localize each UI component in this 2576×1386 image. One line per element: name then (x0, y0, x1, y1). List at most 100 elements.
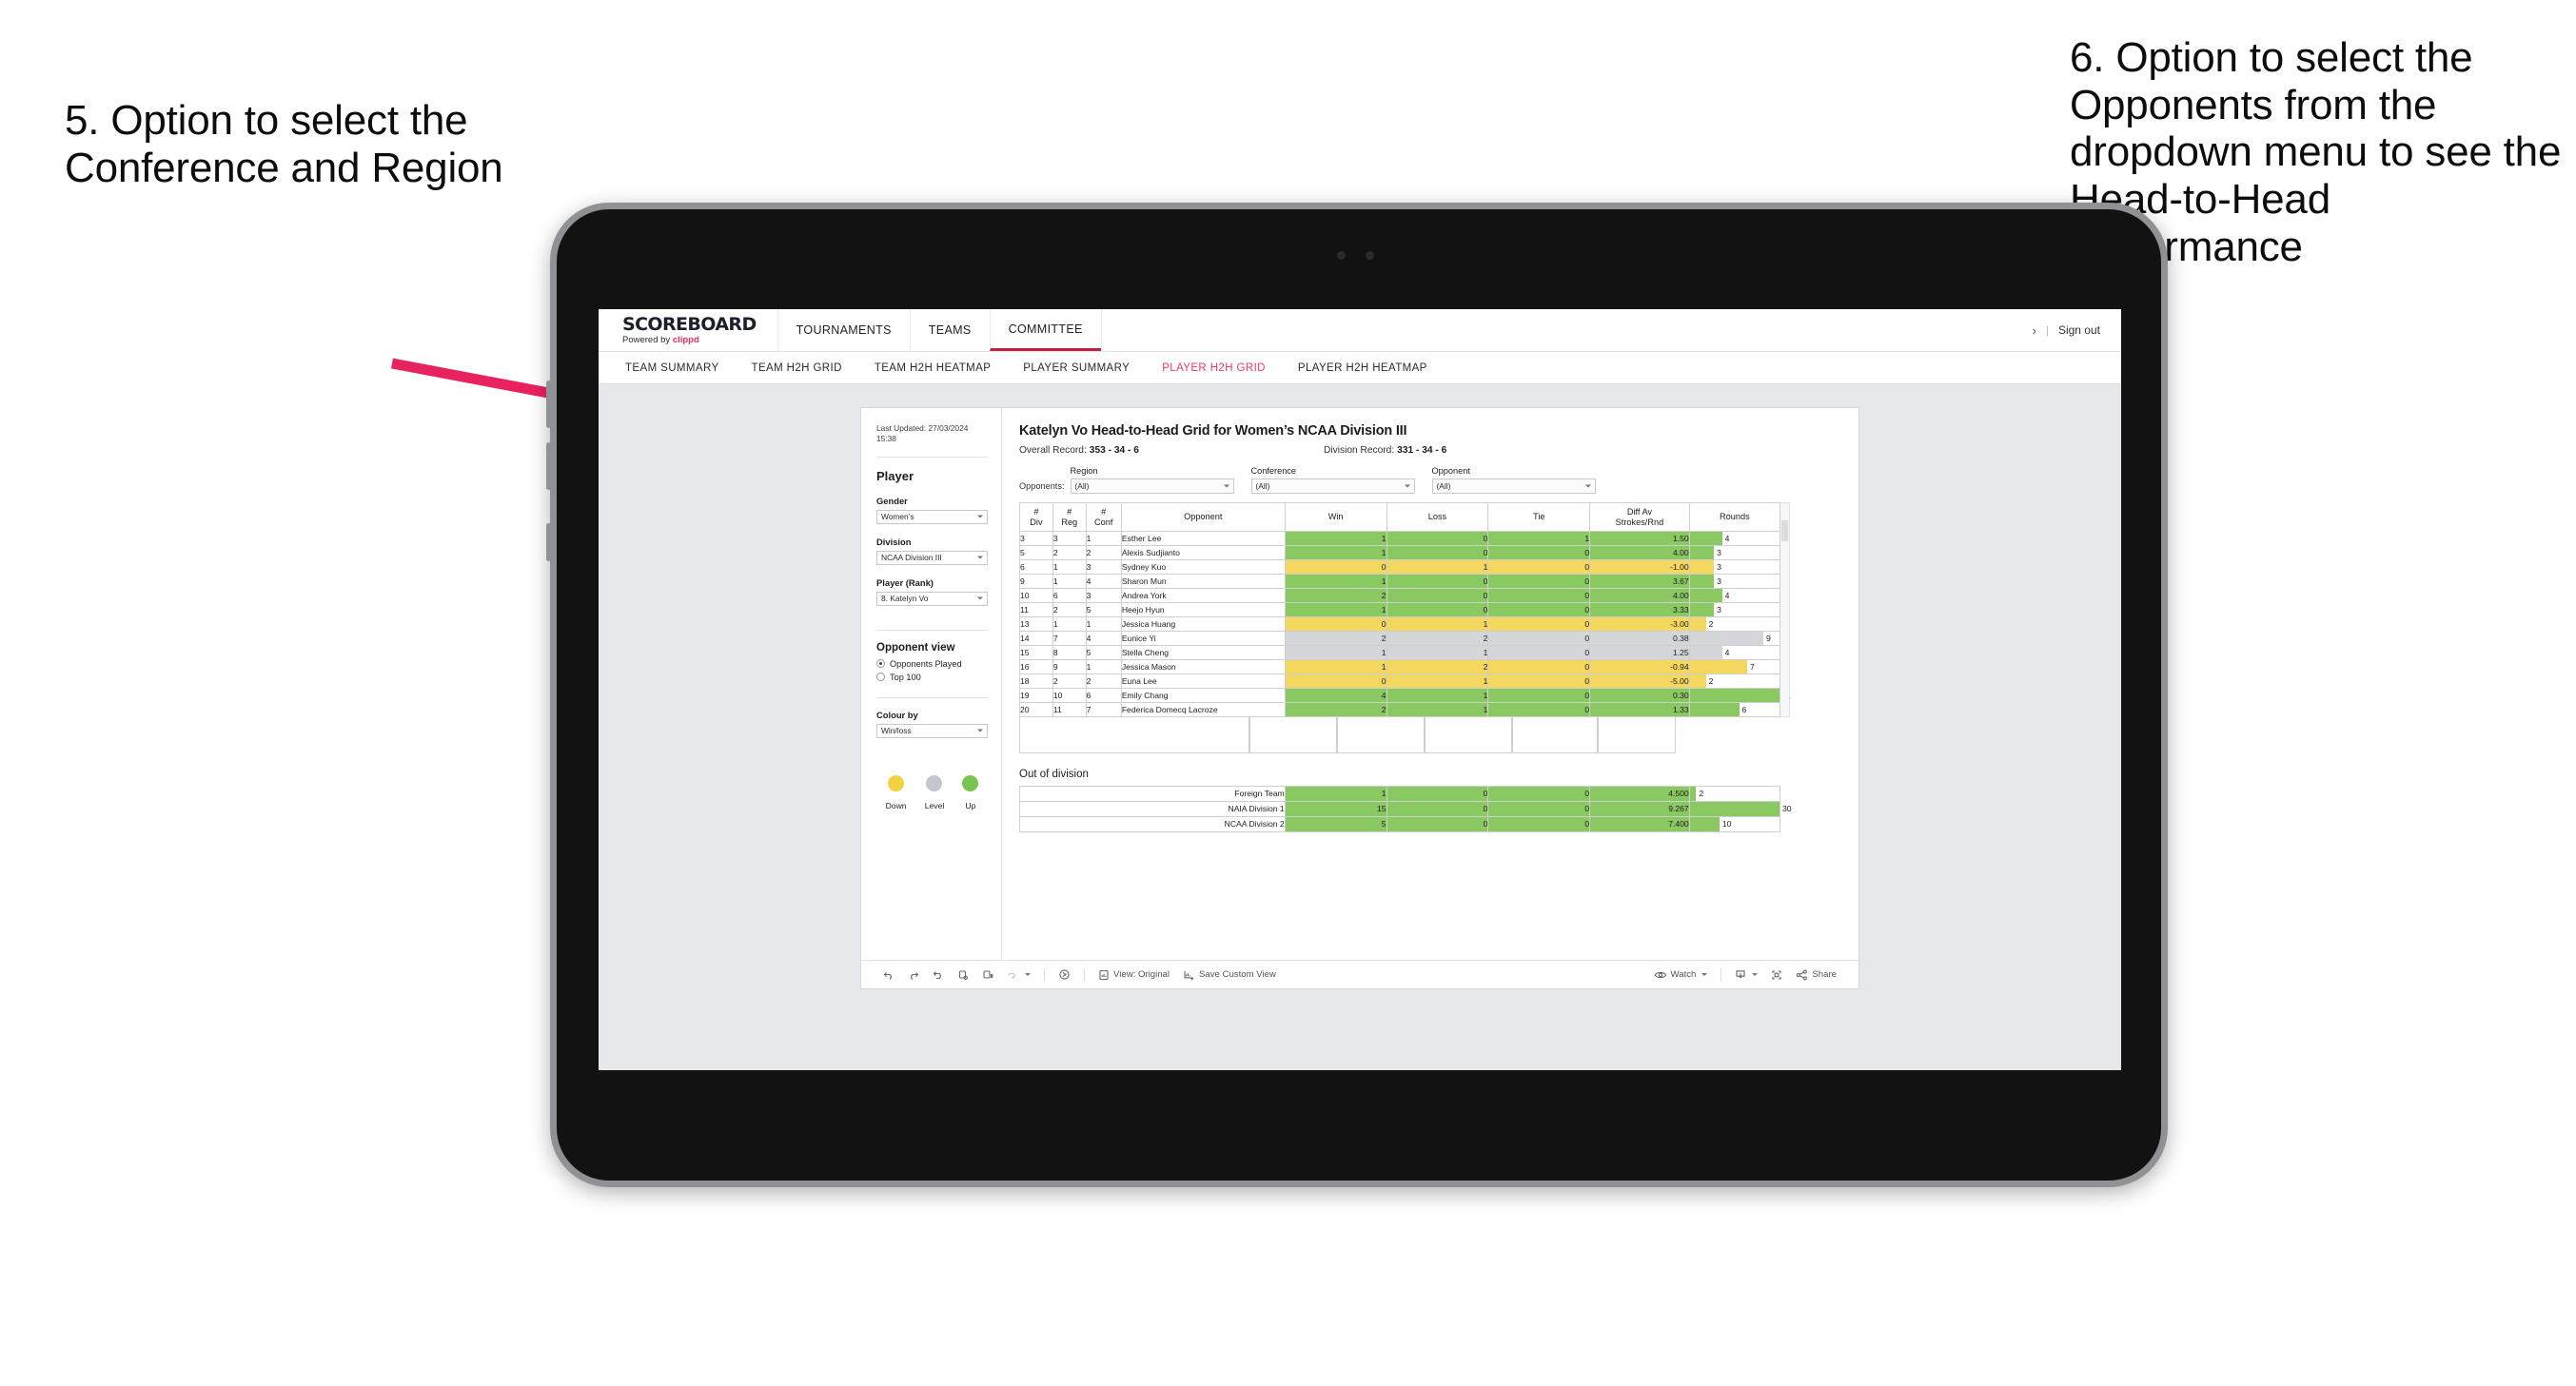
col-div[interactable]: # Div (1019, 501, 1053, 533)
region-select[interactable]: (All) (1070, 478, 1234, 494)
table-vertical-scrollbar[interactable] (1780, 502, 1790, 718)
table-row[interactable]: 10 6 3 Andrea York 2 0 0 4.00 4 (1019, 588, 1781, 604)
download-button[interactable] (1728, 969, 1764, 981)
scrollbar-thumb[interactable] (1781, 520, 1788, 541)
radio-opponents-played[interactable]: Opponents Played (876, 659, 988, 669)
volume-button[interactable] (546, 381, 551, 428)
sign-out-button[interactable]: Sign out (2058, 323, 2100, 337)
col-loss[interactable]: Loss (1386, 501, 1489, 533)
empty-block-diff (1512, 717, 1598, 754)
table-row[interactable]: 15 8 5 Stella Cheng 1 1 0 1.25 4 (1019, 645, 1781, 661)
col-diff[interactable]: Diff Av Strokes/Rnd (1589, 501, 1690, 533)
cell-opponent: Stella Cheng (1120, 645, 1286, 661)
tab-player-h2h-heatmap[interactable]: PLAYER H2H HEATMAP (1298, 362, 1427, 374)
table-row[interactable]: Foreign Team 1 0 0 4.500 2 (1019, 786, 1781, 803)
save-custom-view-button[interactable]: Save Custom View (1176, 969, 1283, 981)
cell-rounds: 7 (1688, 659, 1781, 675)
cell-rounds: 2 (1688, 616, 1781, 633)
table-row[interactable]: 19106Emily Chang4100.3011 (1019, 688, 1791, 704)
tab-player-summary[interactable]: PLAYER SUMMARY (1023, 362, 1130, 374)
table-row[interactable]: 9 1 4 Sharon Mun 1 0 0 3.67 3 (1019, 574, 1781, 590)
cell-tie: 0 (1487, 559, 1591, 576)
table-row[interactable]: 18 2 2 Euna Lee 0 1 0 -5.00 2 (1019, 673, 1781, 690)
tab-player-h2h-grid[interactable]: PLAYER H2H GRID (1162, 362, 1266, 374)
brand-logo[interactable]: SCOREBOARD Powered by clippd (599, 309, 777, 351)
cell-win: 0 (1284, 616, 1387, 633)
nav-tournaments[interactable]: TOURNAMENTS (777, 309, 910, 351)
nav-committee[interactable]: COMMITTEE (989, 309, 1101, 351)
rounds-value: 9 (1766, 634, 1771, 644)
empty-block-win (1249, 717, 1337, 754)
table-row[interactable]: 20 11 7 Federica Domecq Lacroze 2 1 0 1.33 6 (1019, 702, 1781, 718)
radio-top-100[interactable]: Top 100 (876, 673, 988, 682)
cell-conf: 3 (1085, 588, 1122, 604)
camera-dot (1366, 251, 1374, 260)
table-row[interactable]: 11 2 5 Heejo Hyun 1 0 0 3.33 3 (1019, 602, 1781, 618)
table-row[interactable]: 14 7 4 Eunice Yi 2 2 0 0.38 9 (1019, 631, 1781, 647)
col-conf[interactable]: # Conf (1085, 501, 1122, 533)
colour-by-select[interactable]: Win/loss (876, 723, 988, 738)
nav-teams[interactable]: TEAMS (909, 309, 990, 351)
pause-updates-button[interactable] (975, 969, 1000, 981)
cell-loss: 1 (1386, 673, 1489, 690)
cell-tie: 0 (1487, 816, 1591, 833)
view-original-label: View: Original (1113, 969, 1170, 980)
table-row[interactable]: 6 1 3 Sydney Kuo 0 1 0 -1.00 3 (1019, 559, 1781, 576)
cell-win: 1 (1284, 602, 1387, 618)
rounds-value: 2 (1699, 789, 1704, 799)
pan-mode-button[interactable] (1000, 969, 1037, 981)
highlight-button[interactable] (1052, 968, 1077, 981)
player-rank-select[interactable]: 8. Katelyn Vo (876, 591, 988, 606)
cell-rounds: 3 (1688, 559, 1781, 576)
sub-navigation-bar: TEAM SUMMARY TEAM H2H GRID TEAM H2H HEAT… (599, 352, 2121, 384)
table-row[interactable]: 13 1 1 Jessica Huang 0 1 0 -3.00 2 (1019, 616, 1781, 633)
nav-divider: | (2045, 323, 2049, 337)
opponent-select[interactable]: (All) (1431, 478, 1596, 494)
tab-team-h2h-heatmap[interactable]: TEAM H2H HEATMAP (875, 362, 991, 374)
redo-button[interactable] (901, 969, 926, 981)
division-record: Division Record: 331 - 34 - 6 (1324, 445, 1446, 456)
table-row[interactable]: 16 9 1 Jessica Mason 1 2 0 -0.94 7 (1019, 659, 1781, 675)
col-win[interactable]: Win (1284, 501, 1387, 533)
table-row[interactable]: NCAA Division 2 5 0 0 7.400 10 (1019, 816, 1781, 833)
cell-reg: 2 (1052, 545, 1087, 561)
revert-button[interactable] (926, 969, 951, 981)
rounds-value: 7 (1750, 662, 1755, 673)
tab-team-h2h-grid[interactable]: TEAM H2H GRID (752, 362, 842, 374)
cell-opponent: Eunice Yi (1120, 631, 1286, 647)
cell-win: 1 (1284, 786, 1387, 803)
col-tie[interactable]: Tie (1487, 501, 1591, 533)
cell-loss: 0 (1386, 816, 1489, 833)
watch-button[interactable]: Watch (1647, 969, 1715, 981)
filter-division: Division NCAA Division III (876, 537, 988, 565)
cell-opponent: Heejo Hyun (1120, 602, 1286, 618)
table-row[interactable]: NAIA Division 1 15 0 0 9.267 30 (1019, 801, 1792, 818)
power-button[interactable] (546, 523, 551, 561)
chevron-right-icon[interactable]: › (2032, 323, 2035, 338)
undo-button[interactable] (876, 969, 901, 981)
cell-reg: 7 (1052, 631, 1087, 647)
conference-select[interactable]: (All) (1250, 478, 1415, 494)
tab-team-summary[interactable]: TEAM SUMMARY (625, 362, 719, 374)
cell-tie: 0 (1487, 801, 1591, 818)
cell-rounds: 3 (1688, 545, 1781, 561)
view-original-button[interactable]: View: Original (1091, 969, 1176, 981)
table-row[interactable]: 3 3 1 Esther Lee 1 0 1 1.50 4 (1019, 531, 1781, 547)
col-rounds[interactable]: Rounds (1688, 501, 1781, 533)
gender-select[interactable]: Women’s (876, 509, 988, 524)
refresh-data-button[interactable] (951, 969, 975, 981)
table-row[interactable]: 5 2 2 Alexis Sudjianto 1 0 0 4.00 3 (1019, 545, 1781, 561)
division-select[interactable]: NCAA Division III (876, 550, 988, 565)
toolbar-divider (1084, 967, 1085, 982)
fullscreen-button[interactable] (1764, 969, 1789, 981)
tablet-device-frame: SCOREBOARD Powered by clippd TOURNAMENTS… (546, 203, 2168, 1187)
brand-tagline-prefix: Powered by (622, 334, 673, 345)
col-opponent[interactable]: Opponent (1120, 501, 1286, 533)
save-custom-view-label: Save Custom View (1199, 969, 1276, 980)
col-reg[interactable]: # Reg (1052, 501, 1087, 533)
legend-dot-down-icon (888, 774, 905, 791)
cell-conf: 1 (1085, 659, 1122, 675)
volume-button[interactable] (546, 442, 551, 490)
share-button[interactable]: Share (1789, 969, 1843, 981)
colour-legend: Down Level Up (876, 774, 988, 810)
